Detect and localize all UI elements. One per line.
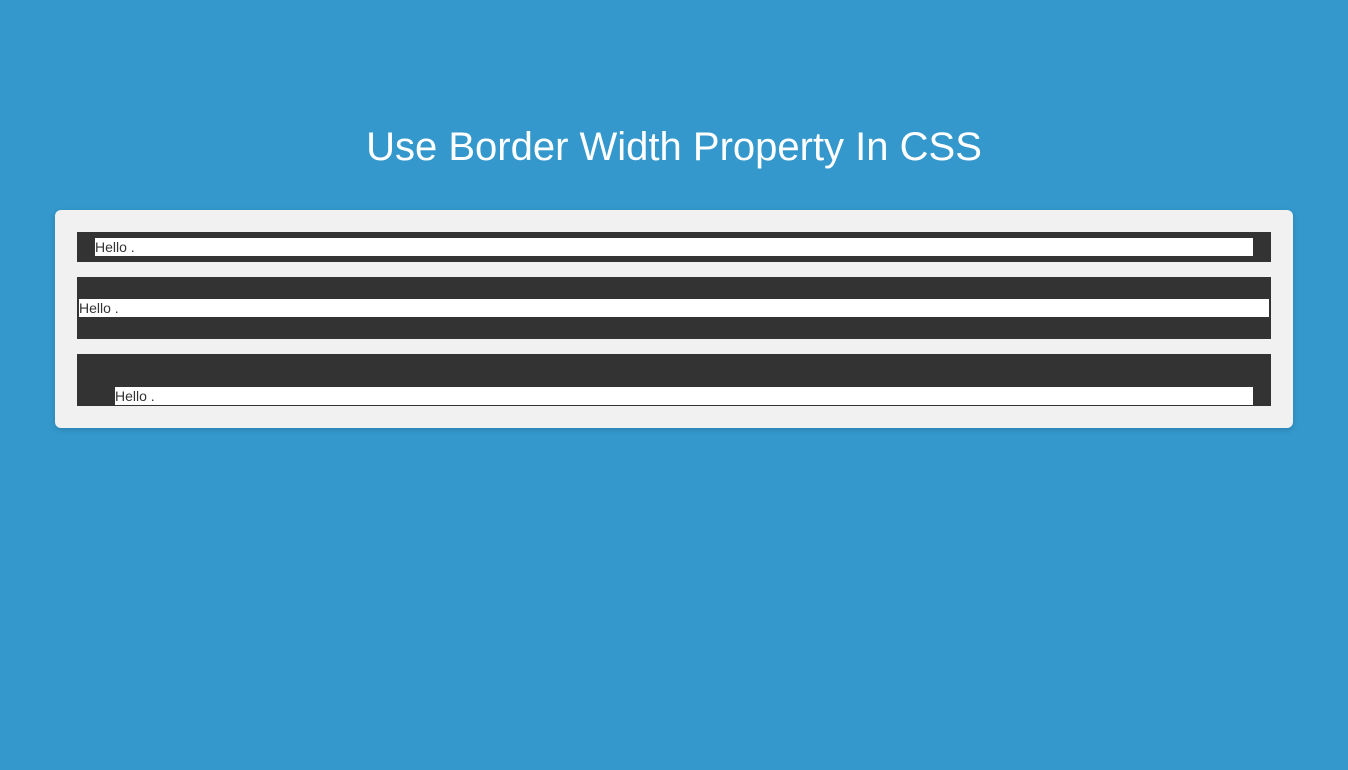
border-demo-box-1: Hello . [77, 232, 1271, 262]
page-title: Use Border Width Property In CSS [0, 125, 1348, 170]
border-demo-box-3: Hello . [77, 354, 1271, 406]
demo-container: Hello . Hello . Hello . [55, 210, 1293, 428]
border-demo-box-2: Hello . [77, 277, 1271, 339]
